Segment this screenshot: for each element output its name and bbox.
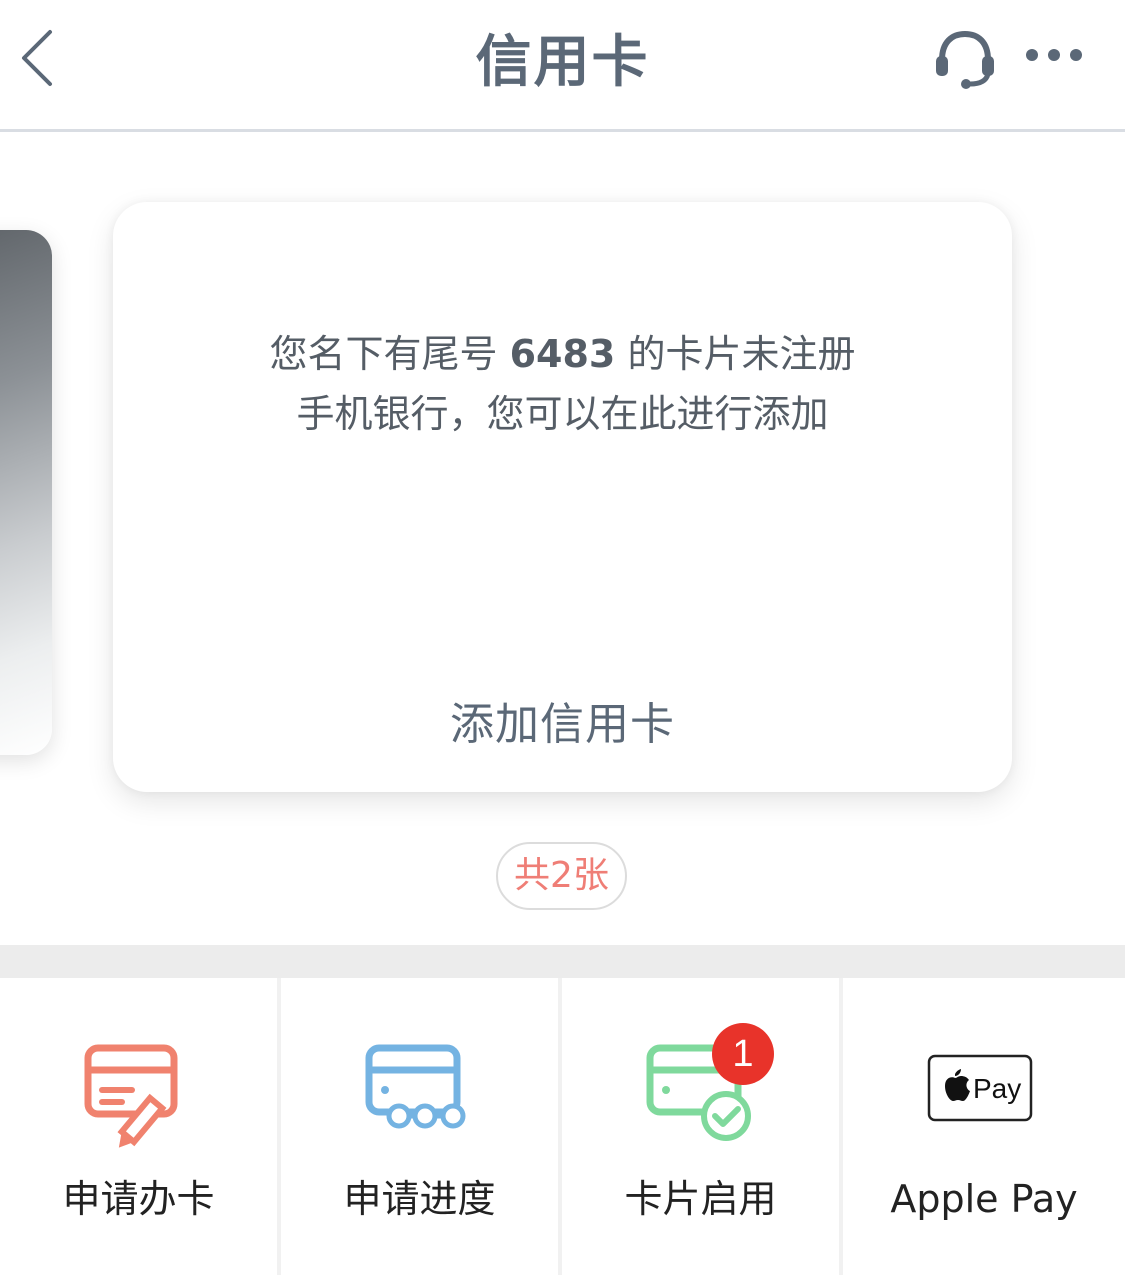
message-text: 的卡片未注册 bbox=[615, 332, 856, 376]
card-progress-icon bbox=[363, 1038, 483, 1148]
card-carousel[interactable]: 您名下有尾号 6483 的卡片未注册 手机银行，您可以在此进行添加 添加信用卡 … bbox=[0, 135, 1125, 945]
apply-card-action[interactable]: 申请办卡 bbox=[0, 978, 277, 1275]
action-label: 申请进度 bbox=[343, 1177, 496, 1221]
message-text: 您名下有尾号 bbox=[269, 332, 510, 376]
card-tail-number: 6483 bbox=[509, 332, 616, 376]
apple-pay-logo-text: Pay bbox=[973, 1073, 1021, 1104]
card-apply-icon bbox=[80, 1038, 200, 1148]
apple-pay-action[interactable]: Pay Apple Pay bbox=[843, 978, 1125, 1275]
add-credit-card-button[interactable]: 添加信用卡 bbox=[113, 697, 1012, 753]
apply-progress-action[interactable]: 申请进度 bbox=[281, 978, 558, 1275]
quick-actions: 申请办卡 申请进度 卡片启用 Pay Apple Pay bbox=[0, 978, 1125, 1275]
notification-badge: 1 bbox=[712, 1023, 774, 1085]
headset-icon bbox=[936, 30, 994, 89]
previous-card-image[interactable] bbox=[0, 230, 52, 755]
more-dots-icon bbox=[1026, 49, 1082, 61]
more-button[interactable] bbox=[1022, 40, 1086, 70]
section-divider bbox=[0, 945, 1125, 978]
card-message: 您名下有尾号 6483 的卡片未注册 手机银行，您可以在此进行添加 bbox=[113, 324, 1012, 444]
apple-pay-icon: Pay bbox=[927, 1054, 1033, 1122]
card-count-badge: 共2张 bbox=[496, 842, 627, 910]
action-label: 申请办卡 bbox=[62, 1177, 215, 1221]
action-label: 卡片启用 bbox=[624, 1177, 777, 1221]
card-message-line2: 手机银行，您可以在此进行添加 bbox=[296, 392, 829, 436]
action-label: Apple Pay bbox=[890, 1177, 1078, 1221]
card-activate-action[interactable]: 卡片启用 bbox=[562, 978, 839, 1275]
card-message-line1: 您名下有尾号 6483 的卡片未注册 bbox=[113, 324, 1012, 384]
unregistered-card-panel: 您名下有尾号 6483 的卡片未注册 手机银行，您可以在此进行添加 添加信用卡 bbox=[113, 202, 1012, 792]
customer-service-button[interactable] bbox=[932, 28, 998, 90]
nav-bar: 信用卡 bbox=[0, 0, 1125, 132]
